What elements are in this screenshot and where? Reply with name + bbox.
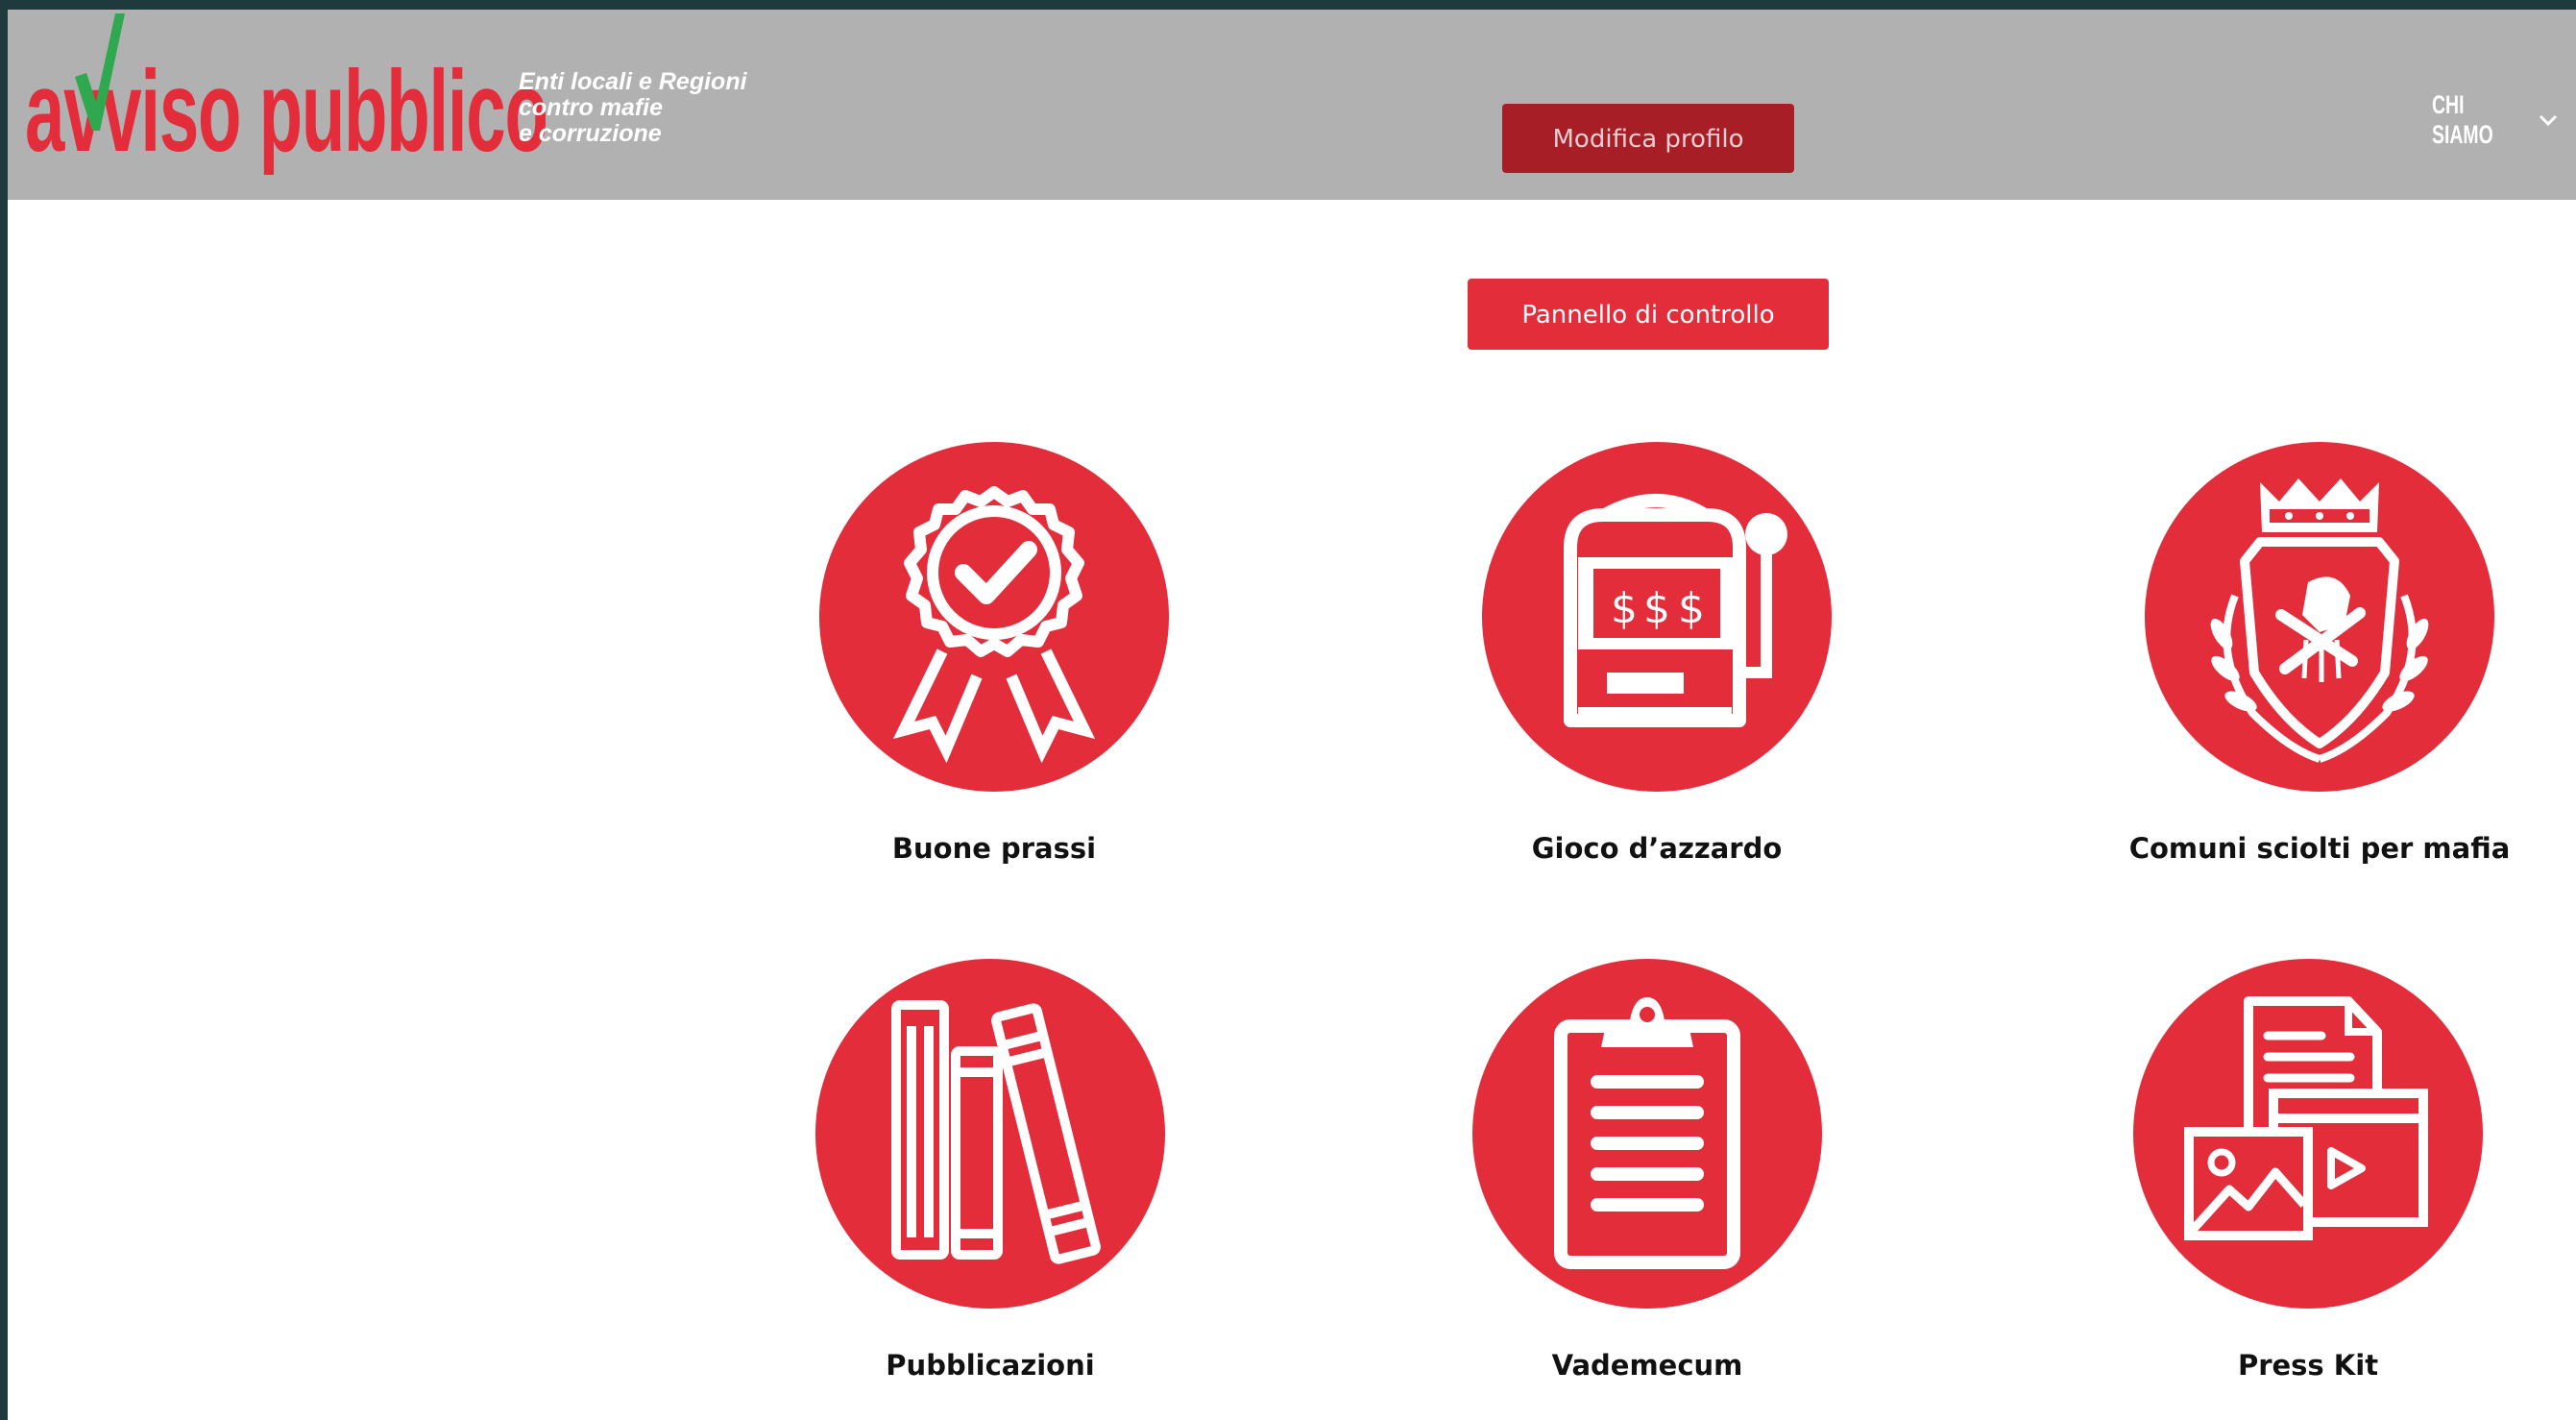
slot-machine-icon: $ $ $ <box>1564 494 1787 727</box>
tile-label: Pubblicazioni <box>886 1349 1095 1382</box>
tile-vademecum[interactable]: Vademecum <box>1455 959 1839 1420</box>
logo-check-icon <box>75 13 125 131</box>
site-header: avviso pubblico Enti locali e Regioni co… <box>8 10 2576 200</box>
tile-circle <box>2145 442 2494 792</box>
tagline-line: contro mafie <box>519 94 664 121</box>
tile-pubblicazioni[interactable]: Pubblicazioni <box>798 959 1182 1420</box>
tagline-line: Enti locali e Regioni <box>519 68 747 95</box>
tile-label: Vademecum <box>1551 1349 1743 1382</box>
edit-profile-button[interactable]: Modifica profilo <box>1502 104 1794 173</box>
books-icon <box>891 1000 1101 1264</box>
tile-label: Buone prassi <box>891 832 1097 865</box>
site-logo[interactable]: avviso pubblico <box>25 13 548 179</box>
chevron-down-icon <box>2539 114 2558 127</box>
tagline-line: e corruzione <box>519 120 662 147</box>
control-panel-button[interactable]: Pannello di controllo <box>1468 279 1829 350</box>
page: avviso pubblico Enti locali e Regioni co… <box>8 10 2576 1420</box>
nav-chi-siamo[interactable]: CHI SIAMO <box>2432 90 2559 150</box>
tile-label: Gioco d’azzardo <box>1531 832 1783 865</box>
tile-circle <box>819 442 1169 792</box>
clipboard-icon <box>1554 997 1740 1269</box>
tile-circle: $ $ $ <box>1482 442 1832 792</box>
svg-text:$: $ <box>1643 584 1670 633</box>
nav-chi-siamo-label: CHI SIAMO <box>2432 90 2493 149</box>
logo-tagline: Enti locali e Regioni contro mafie e cor… <box>519 69 768 147</box>
city-crest-icon <box>2210 478 2429 763</box>
svg-text:$: $ <box>1678 584 1705 633</box>
tile-label: Comuni sciolti per mafia <box>2128 832 2511 865</box>
press-kit-media-icon <box>2184 996 2428 1240</box>
tile-label: Press Kit <box>2237 1349 2379 1382</box>
svg-text:$: $ <box>1611 584 1638 633</box>
tile-circle <box>1472 959 1822 1309</box>
tile-buone-prassi[interactable]: Buone prassi <box>802 442 1186 903</box>
tile-circle <box>815 959 1165 1309</box>
tile-comuni-sciolti[interactable]: Comuni sciolti per mafia <box>2127 442 2512 903</box>
tile-press-kit[interactable]: Press Kit <box>2116 959 2500 1420</box>
tile-gioco-azzardo[interactable]: $ $ $ Gioco d’azzardo <box>1465 442 1849 903</box>
award-badge-icon <box>892 486 1096 764</box>
tile-circle <box>2133 959 2483 1309</box>
